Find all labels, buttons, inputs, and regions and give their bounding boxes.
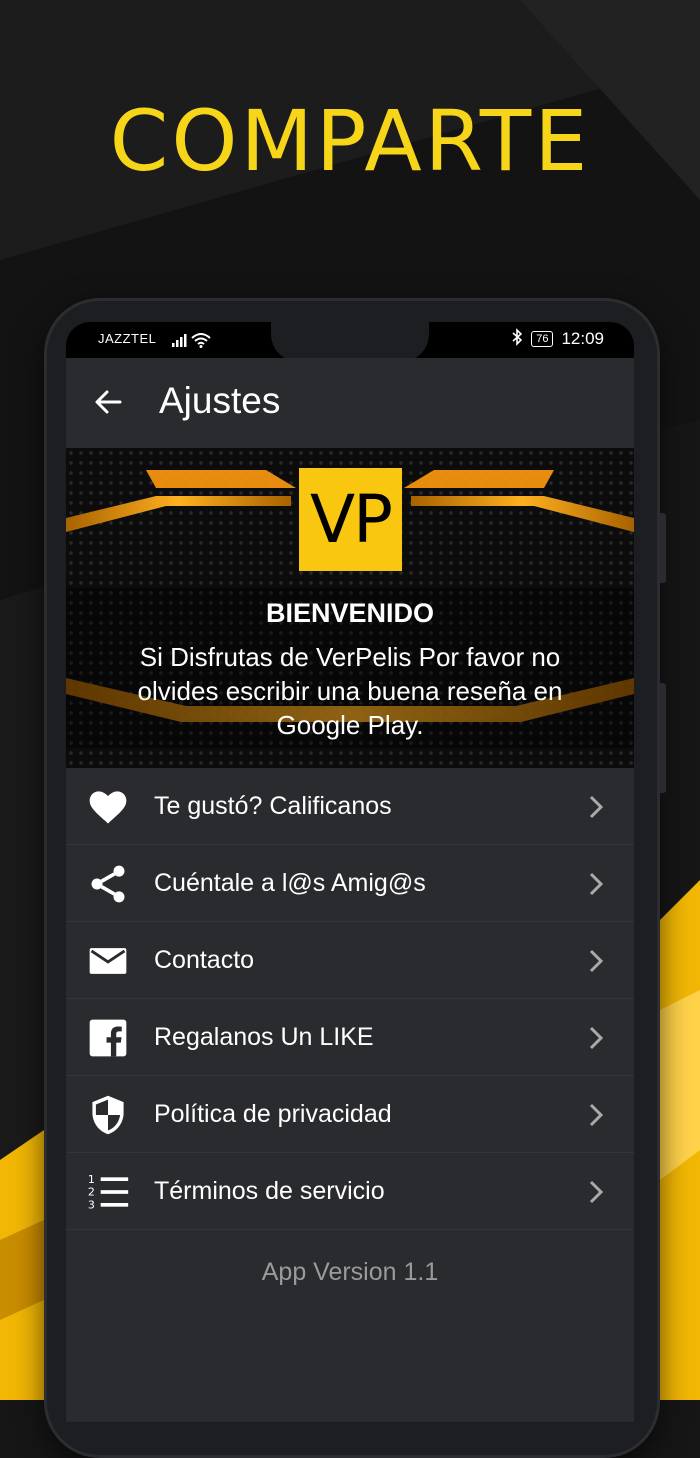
menu-label: Te gustó? Calificanos (154, 792, 392, 820)
phone-screen: JAZZTEL 76 12:09 Ajustes VP BIENVENIDO S… (66, 322, 634, 1422)
battery-icon: 76 (531, 331, 554, 347)
bluetooth-icon (511, 328, 523, 350)
status-right: 76 12:09 (511, 328, 604, 350)
camera-notch (271, 322, 429, 362)
volume-button (660, 513, 666, 583)
welcome-title: BIENVENIDO (265, 598, 435, 628)
svg-text:1: 1 (88, 1173, 95, 1186)
app-version: App Version 1.1 (261, 1258, 439, 1286)
carrier-label: JAZZTEL (98, 331, 157, 346)
welcome-message: Si Disfrutas de VerPelis Por favor no ol… (137, 642, 563, 740)
power-button (660, 683, 666, 793)
mail-icon (86, 939, 130, 983)
share-icon (86, 862, 130, 906)
numbered-list-icon: 1 2 3 (86, 1170, 130, 1214)
svg-text:3: 3 (88, 1199, 95, 1212)
app-logo: VP (299, 468, 402, 571)
logo-text: VP (310, 481, 393, 558)
chevron-right-icon (589, 1026, 604, 1050)
chevron-right-icon (589, 1103, 604, 1127)
chevron-right-icon (589, 872, 604, 896)
menu-item-contact[interactable]: Contacto (66, 922, 634, 999)
signal-icon (170, 331, 214, 352)
chevron-right-icon (589, 795, 604, 819)
page-title: Ajustes (159, 380, 281, 421)
menu-item-terms[interactable]: 1 2 3 Términos de servicio (66, 1153, 634, 1230)
heart-icon (86, 785, 130, 829)
chevron-right-icon (589, 1180, 604, 1204)
wifi-icon (191, 333, 211, 345)
svg-text:2: 2 (88, 1186, 95, 1199)
headline: COMPARTE (109, 92, 591, 190)
menu-label: Política de privacidad (154, 1100, 392, 1128)
status-bar: JAZZTEL 76 12:09 (66, 322, 634, 362)
arrow-left-icon[interactable] (92, 386, 124, 418)
menu-label: Contacto (154, 946, 255, 974)
menu-label: Regalanos Un LIKE (154, 1023, 374, 1051)
settings-menu: Te gustó? Calificanos Cuéntale a l@s Ami… (66, 768, 634, 1230)
menu-item-rate[interactable]: Te gustó? Calificanos (66, 768, 634, 845)
menu-item-share[interactable]: Cuéntale a l@s Amig@s (66, 845, 634, 922)
menu-label: Términos de servicio (154, 1177, 385, 1205)
shield-icon (86, 1093, 130, 1137)
app-bar: Ajustes (66, 358, 634, 448)
chevron-right-icon (589, 949, 604, 973)
clock: 12:09 (561, 329, 604, 348)
menu-label: Cuéntale a l@s Amig@s (154, 869, 426, 897)
menu-item-like[interactable]: Regalanos Un LIKE (66, 999, 634, 1076)
facebook-icon (86, 1016, 130, 1060)
menu-item-privacy[interactable]: Política de privacidad (66, 1076, 634, 1153)
welcome-banner: VP BIENVENIDO Si Disfrutas de VerPelis P… (66, 448, 634, 768)
